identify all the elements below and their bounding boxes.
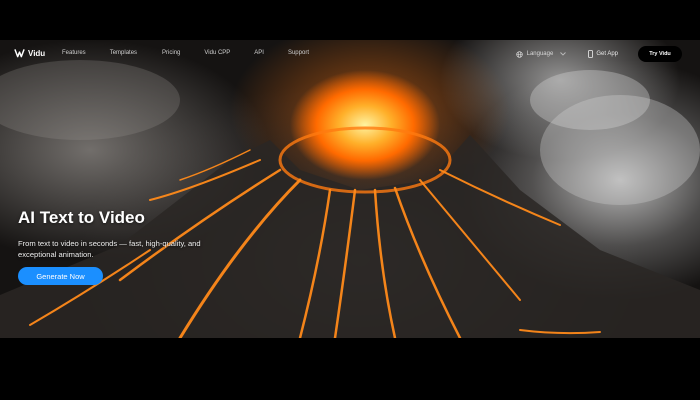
phone-icon xyxy=(588,50,594,58)
nav-links: Features Templates Pricing Vidu CPP API … xyxy=(62,50,309,56)
nav-link-support[interactable]: Support xyxy=(288,50,309,56)
globe-icon xyxy=(515,50,523,58)
get-app-button[interactable]: Get App xyxy=(588,50,618,58)
letterbox-top xyxy=(0,0,700,40)
nav-link-api[interactable]: API xyxy=(254,50,264,56)
brand-name: Vidu xyxy=(28,48,46,58)
brand-logo[interactable]: Vidu xyxy=(14,48,45,58)
hero-title: AI Text to Video xyxy=(18,208,145,227)
try-vidu-button[interactable]: Try Vidu xyxy=(638,46,682,62)
nav-link-features[interactable]: Features xyxy=(62,50,86,56)
nav-link-vidu-cpp[interactable]: Vidu CPP xyxy=(204,50,230,56)
generate-now-button[interactable]: Generate Now xyxy=(18,267,103,285)
hero-background-image xyxy=(0,40,700,338)
language-label: Language xyxy=(526,51,554,57)
hero-description: From text to video in seconds — fast, hi… xyxy=(18,239,201,259)
language-selector[interactable]: Language xyxy=(515,50,567,58)
get-app-label: Get App xyxy=(596,51,618,57)
nav-actions: Language Get App Try Vidu xyxy=(515,46,682,62)
chevron-down-icon xyxy=(560,52,567,56)
letterbox-bottom xyxy=(0,338,700,400)
vidu-logo-icon xyxy=(14,49,25,58)
volcano-illustration xyxy=(0,60,700,338)
nav-link-templates[interactable]: Templates xyxy=(110,50,137,56)
nav-link-pricing[interactable]: Pricing xyxy=(162,50,180,56)
top-navigation: Vidu Features Templates Pricing Vidu CPP… xyxy=(0,40,700,68)
